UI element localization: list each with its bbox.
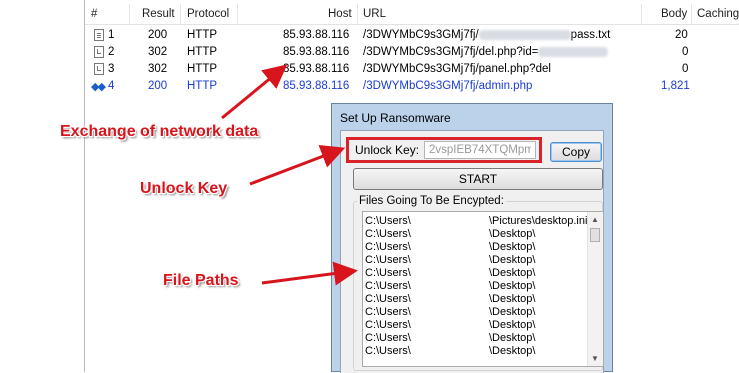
url-prefix: /3DWYMbC9s3GMj7fj/ <box>363 29 479 41</box>
copy-button[interactable]: Copy <box>550 142 602 162</box>
session-host: 85.93.88.116 <box>283 46 350 58</box>
session-result: 302 <box>148 63 168 75</box>
file-path-prefix: C:\Users\ <box>365 215 411 227</box>
file-path-prefix: C:\Users\ <box>365 267 411 279</box>
session-body: 1,821 <box>661 80 690 92</box>
session-url: /3DWYMbC9s3GMj7fj/panel.php?del <box>363 63 551 75</box>
col-header-url[interactable]: URL <box>363 8 386 20</box>
annotation-file-paths: File Paths <box>163 272 239 289</box>
session-body: 0 <box>682 63 689 75</box>
file-path-suffix: \Desktop\ <box>489 280 536 292</box>
col-header-result[interactable]: Result <box>142 8 175 20</box>
file-path-prefix: C:\Users\ <box>365 293 411 305</box>
ransomware-dialog: Set Up Ransomware Unlock Key: Copy START… <box>331 103 613 373</box>
file-path-list[interactable]: C:\Users\ \Pictures\desktop.ini C:\Users\ \… <box>362 211 604 367</box>
file-path-suffix: \Desktop\ <box>489 241 536 253</box>
file-path-suffix: \Desktop\ <box>489 332 536 344</box>
document-icon <box>94 29 104 41</box>
url-prefix: /3DWYMbC9s3GMj7fj/del.php?id= <box>363 46 539 58</box>
session-row[interactable]: 2 302 HTTP 85.93.88.116 /3DWYMbC9s3GMj7f… <box>85 44 739 61</box>
scroll-down-icon[interactable]: ▼ <box>591 354 599 363</box>
session-host: 85.93.88.116 <box>283 80 350 92</box>
file-path-prefix: C:\Users\ <box>365 228 411 240</box>
col-header-host[interactable]: Host <box>328 8 352 20</box>
session-row-selected[interactable]: ◆◆ 4 200 HTTP 85.93.88.116 /3DWYMbC9s3GM… <box>85 78 739 95</box>
session-number: 4 <box>108 80 115 92</box>
col-separator[interactable] <box>691 4 692 24</box>
grid-header: # Result Protocol Host URL Body Caching <box>85 2 739 25</box>
session-row[interactable]: 1 200 HTTP 85.93.88.116 /3DWYMbC9s3GMj7f… <box>85 27 739 44</box>
left-panel <box>0 0 84 372</box>
url-suffix: pass.txt <box>570 29 611 41</box>
dialog-body: Unlock Key: Copy START Files Going To Be… <box>340 130 604 373</box>
col-separator[interactable] <box>129 4 130 24</box>
session-number: 3 <box>108 63 115 75</box>
col-header-number[interactable]: # <box>91 8 97 20</box>
dialog-title: Set Up Ransomware <box>340 111 451 125</box>
col-header-protocol[interactable]: Protocol <box>187 8 229 20</box>
session-url: /3DWYMbC9s3GMj7fj/del.php?id= <box>363 46 609 58</box>
file-path-prefix: C:\Users\ <box>365 332 411 344</box>
list-scrollbar[interactable]: ▲ ▼ <box>587 212 603 366</box>
file-path-prefix: C:\Users\ <box>365 241 411 253</box>
session-body: 20 <box>675 29 688 41</box>
file-path-prefix: C:\Users\ <box>365 345 411 357</box>
file-path-suffix: \Desktop\ <box>489 345 536 357</box>
session-url: /3DWYMbC9s3GMj7fj/admin.php <box>363 80 533 92</box>
col-separator[interactable] <box>180 4 181 24</box>
file-path-suffix: \Desktop\ <box>489 254 536 266</box>
redacted-block <box>478 29 571 40</box>
session-protocol: HTTP <box>187 63 218 75</box>
session-result: 302 <box>148 46 168 58</box>
session-protocol: HTTP <box>187 46 218 58</box>
session-result: 200 <box>148 29 168 41</box>
session-body: 0 <box>682 46 689 58</box>
unlock-key-highlight: Unlock Key: <box>346 137 542 163</box>
session-row[interactable]: 3 302 HTTP 85.93.88.116 /3DWYMbC9s3GMj7f… <box>85 61 739 78</box>
diamond-arrows-icon: ◆◆ <box>91 81 106 93</box>
session-number: 2 <box>108 46 115 58</box>
session-url: /3DWYMbC9s3GMj7fj/pass.txt <box>363 29 610 41</box>
file-path-suffix: \Desktop\ <box>489 267 536 279</box>
session-protocol: HTTP <box>187 29 218 41</box>
file-path-suffix: \Desktop\ <box>489 306 536 318</box>
redirect-icon <box>94 63 104 75</box>
file-path-suffix: \Desktop\ <box>489 319 536 331</box>
file-path-prefix: C:\Users\ <box>365 254 411 266</box>
file-path-suffix: \Desktop\ <box>489 293 536 305</box>
col-header-body[interactable]: Body <box>661 8 687 20</box>
start-button[interactable]: START <box>353 168 603 190</box>
redacted-block <box>538 46 609 57</box>
unlock-key-label: Unlock Key: <box>355 143 420 157</box>
file-path-suffix: \Desktop\ <box>489 228 536 240</box>
scroll-up-icon[interactable]: ▲ <box>591 215 599 224</box>
file-path-suffix: \Pictures\desktop.ini <box>489 215 588 227</box>
col-separator[interactable] <box>357 4 358 24</box>
session-host: 85.93.88.116 <box>283 63 350 75</box>
session-result: 200 <box>148 80 168 92</box>
annotation-unlock-key: Unlock Key <box>140 180 228 197</box>
unlock-key-input[interactable] <box>424 141 536 159</box>
annotation-network-data: Exchange of network data <box>60 123 259 140</box>
file-path-prefix: C:\Users\ <box>365 306 411 318</box>
col-separator[interactable] <box>237 4 238 24</box>
session-host: 85.93.88.116 <box>283 29 350 41</box>
session-number: 1 <box>108 29 115 41</box>
scroll-thumb[interactable] <box>590 228 600 242</box>
file-path-prefix: C:\Users\ <box>365 280 411 292</box>
file-path-prefix: C:\Users\ <box>365 319 411 331</box>
files-label: Files Going To Be Encypted: <box>357 195 506 207</box>
col-header-caching[interactable]: Caching <box>697 8 739 20</box>
redirect-icon <box>94 46 104 58</box>
col-separator[interactable] <box>641 4 642 24</box>
session-protocol: HTTP <box>187 80 218 92</box>
